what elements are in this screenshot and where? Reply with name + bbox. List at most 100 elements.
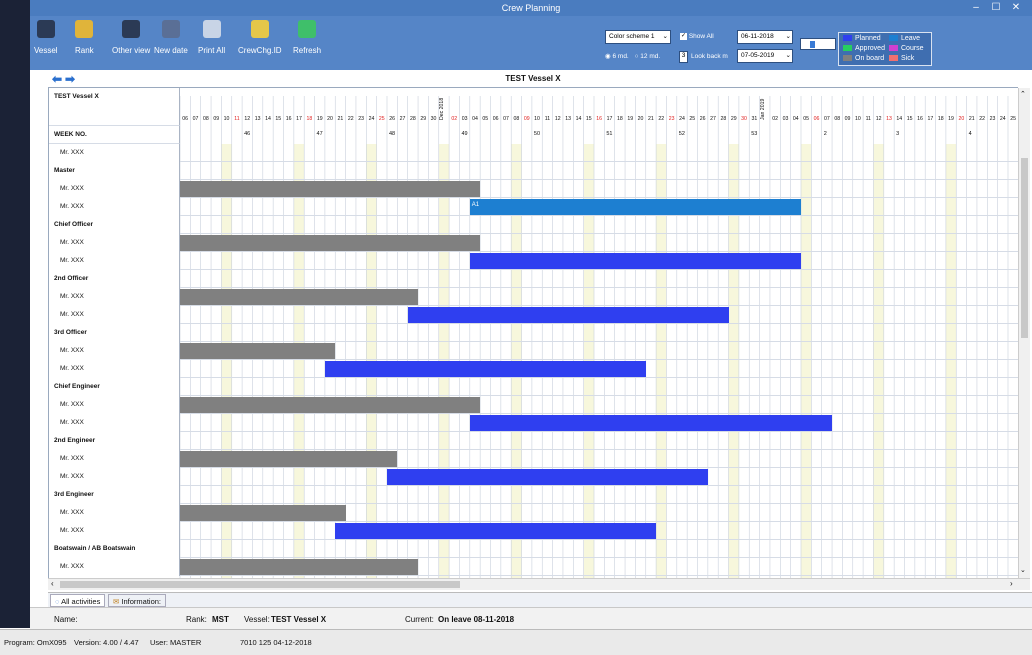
- rank-row: 2nd Officer: [49, 270, 1018, 288]
- crew-row[interactable]: Mr. XXX: [49, 450, 1018, 468]
- crew-row[interactable]: Mr. XXX: [49, 306, 1018, 324]
- radio-6-months[interactable]: ◉ 6 md.: [605, 53, 629, 60]
- status-program: Program: OmX095: [4, 638, 67, 647]
- vertical-scroll-thumb[interactable]: [1021, 158, 1028, 338]
- look-back-label: Look back m: [691, 53, 728, 60]
- day-label: 14: [265, 116, 271, 122]
- day-label: 16: [285, 116, 292, 122]
- crew-row[interactable]: Mr. XXX: [49, 414, 1018, 432]
- on-board-bar[interactable]: [180, 505, 346, 521]
- refresh-button[interactable]: Refresh: [293, 20, 321, 55]
- day-label: 22: [347, 116, 354, 122]
- crew-row[interactable]: Mr. XXX: [49, 180, 1018, 198]
- day-label: 22: [658, 116, 665, 122]
- tab-all-activities[interactable]: ◌ All activities: [50, 594, 106, 607]
- crew-name: Mr. XXX: [49, 252, 180, 270]
- horizontal-scrollbar[interactable]: ‹ ›: [48, 578, 1030, 590]
- day-label: 08: [513, 116, 520, 122]
- crew-name: Mr. XXX: [49, 288, 180, 306]
- vessel-title: TEST Vessel X: [505, 74, 561, 83]
- slider-thumb[interactable]: [810, 41, 815, 48]
- crew-name: Mr. XXX: [49, 396, 180, 414]
- legend-label: Planned: [855, 35, 881, 42]
- current-value: On leave 08-11-2018: [438, 615, 515, 624]
- vertical-scrollbar[interactable]: ⌃ ⌄: [1018, 88, 1030, 578]
- color-scheme-select[interactable]: Color scheme 1 ⌄: [605, 30, 671, 44]
- day-label: 15: [906, 116, 913, 122]
- rank-row: 2nd Engineer: [49, 432, 1018, 450]
- day-label: 12: [875, 116, 882, 122]
- zoom-slider[interactable]: [800, 38, 836, 50]
- planned-bar[interactable]: [335, 523, 657, 539]
- planned-bar[interactable]: [469, 415, 833, 431]
- crewchg-id-button[interactable]: CrewChg.ID: [238, 20, 282, 55]
- vessel-button[interactable]: Vessel: [34, 20, 58, 55]
- on-board-bar[interactable]: [180, 397, 481, 413]
- print-icon: [202, 20, 221, 38]
- week-number: 46: [244, 131, 251, 137]
- week-number: 2: [823, 131, 827, 137]
- on-board-bar[interactable]: [180, 343, 336, 359]
- day-label: 03: [782, 116, 789, 122]
- day-label: 02: [772, 116, 778, 122]
- on-board-bar[interactable]: [180, 235, 481, 251]
- close-button[interactable]: ✕: [1010, 3, 1022, 13]
- crew-row[interactable]: Mr. XXX: [49, 234, 1018, 252]
- date-from-field[interactable]: 06-11-2018 ⌄: [737, 30, 793, 44]
- crew-row[interactable]: Mr. XXX: [49, 468, 1018, 486]
- on-board-bar[interactable]: [180, 451, 398, 467]
- date-to-field[interactable]: 07-05-2019 ⌄: [737, 49, 793, 63]
- radio-12-months[interactable]: ○ 12 md.: [635, 53, 661, 60]
- day-label: 28: [720, 116, 727, 122]
- on-board-bar[interactable]: [180, 289, 419, 305]
- crew-row[interactable]: Mr. XXX: [49, 144, 1018, 162]
- crew-row[interactable]: Mr. XXX A1: [49, 198, 1018, 216]
- show-all-checkbox[interactable]: ✓ Show All: [680, 33, 714, 40]
- vessel-value: TEST Vessel X: [271, 615, 327, 624]
- day-label: 15: [275, 116, 282, 122]
- look-back-input[interactable]: 3: [679, 51, 688, 63]
- crew-row[interactable]: Mr. XXX: [49, 522, 1018, 540]
- day-label: 28: [409, 116, 416, 122]
- on-board-bar[interactable]: [180, 181, 481, 197]
- other-view-button[interactable]: Other view: [112, 20, 150, 55]
- new-date-button[interactable]: New date: [154, 20, 188, 55]
- rank-label: 3rd Engineer: [49, 486, 180, 504]
- minimize-button[interactable]: –: [970, 3, 982, 13]
- medal-icon: [75, 20, 94, 38]
- legend-item-on-board: On board: [843, 55, 884, 62]
- scroll-down-icon[interactable]: ⌄: [1020, 566, 1026, 574]
- rank-value: MST: [212, 615, 229, 624]
- toolbar-label: Refresh: [293, 46, 322, 55]
- leave-bar[interactable]: A1: [469, 199, 801, 215]
- scroll-up-icon[interactable]: ⌃: [1020, 90, 1026, 98]
- scroll-left-icon[interactable]: ‹: [51, 579, 54, 588]
- planned-bar[interactable]: [407, 307, 729, 323]
- tab-information[interactable]: ✉ Information:: [108, 594, 166, 607]
- crew-row[interactable]: Mr. XXX: [49, 504, 1018, 522]
- crew-name: Mr. XXX: [49, 198, 180, 216]
- print-all-button[interactable]: Print All: [198, 20, 225, 55]
- status-user: User: MASTER: [150, 638, 202, 647]
- planned-bar[interactable]: [387, 469, 708, 485]
- day-label: 14: [896, 116, 903, 122]
- on-board-bar[interactable]: [180, 559, 419, 575]
- horizontal-scroll-thumb[interactable]: [60, 581, 460, 588]
- current-label: Current:: [405, 615, 434, 624]
- planned-bar[interactable]: [469, 253, 801, 269]
- maximize-button[interactable]: ☐: [990, 3, 1002, 13]
- crew-row[interactable]: Mr. XXX: [49, 360, 1018, 378]
- planned-bar[interactable]: [324, 361, 646, 377]
- day-label: 29: [730, 116, 737, 122]
- crew-row[interactable]: Mr. XXX: [49, 396, 1018, 414]
- scroll-right-icon[interactable]: ›: [1010, 579, 1013, 588]
- crew-row[interactable]: Mr. XXX: [49, 558, 1018, 576]
- month-label: Jan 2019: [759, 98, 766, 120]
- crew-row[interactable]: Mr. XXX: [49, 288, 1018, 306]
- rank-button[interactable]: Rank: [75, 20, 94, 55]
- crew-row[interactable]: Mr. XXX: [49, 252, 1018, 270]
- crew-planning-window: Crew Planning – ☐ ✕ Vessel Rank Other view…: [0, 0, 1032, 655]
- day-label: 24: [679, 116, 685, 122]
- crew-row[interactable]: Mr. XXX: [49, 342, 1018, 360]
- day-label: 06: [182, 116, 189, 122]
